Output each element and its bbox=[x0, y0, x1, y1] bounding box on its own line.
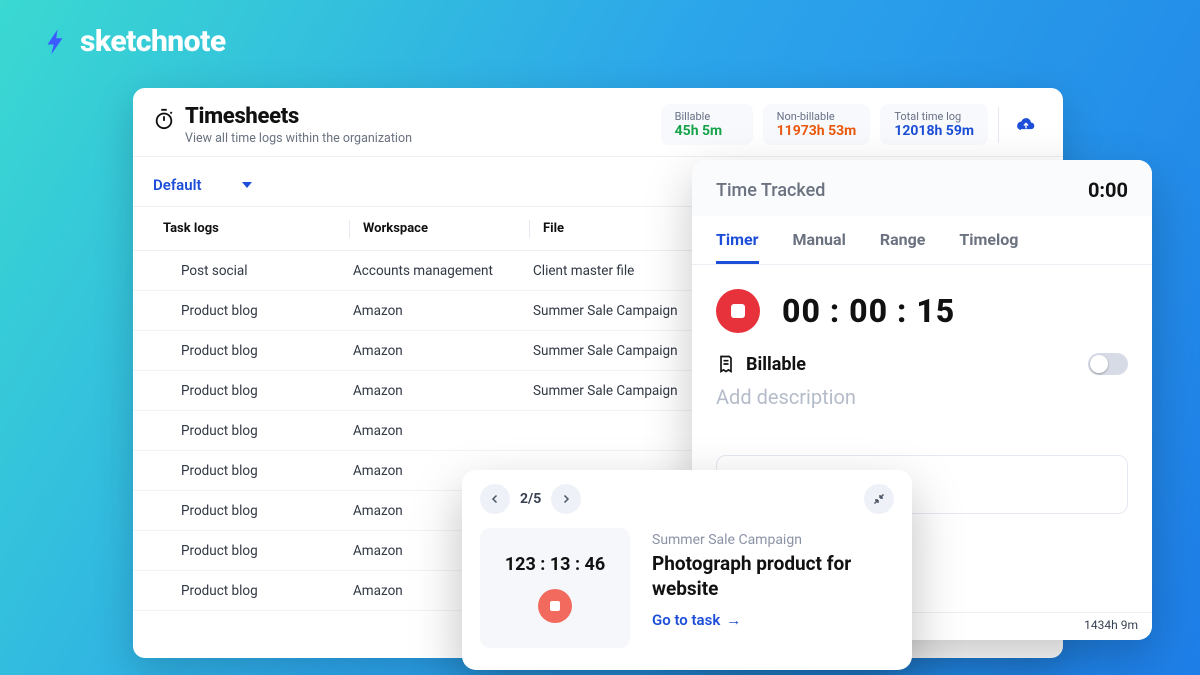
billable-toggle[interactable] bbox=[1088, 353, 1128, 375]
invoice-icon bbox=[716, 354, 736, 374]
task-popup: 2/5 123 : 13 : 46 Summer Sale Campaign P… bbox=[462, 470, 912, 670]
product-name: sketchnote bbox=[80, 24, 226, 59]
tab-manual[interactable]: Manual bbox=[793, 216, 846, 264]
stat-billable-label: Billable bbox=[675, 110, 739, 123]
popup-elapsed: 123 : 13 : 46 bbox=[505, 554, 605, 575]
cell-task: Product blog bbox=[153, 543, 353, 559]
billable-label: Billable bbox=[746, 354, 806, 375]
divider bbox=[998, 107, 999, 143]
arrow-right-icon: → bbox=[726, 611, 741, 629]
cell-workspace: Amazon bbox=[353, 423, 533, 439]
stopwatch-icon bbox=[153, 108, 175, 130]
stat-billable: Billable 45h 5m bbox=[661, 104, 753, 145]
export-button[interactable] bbox=[1009, 108, 1043, 142]
stop-timer-button[interactable] bbox=[716, 289, 760, 333]
popup-timer-tile: 123 : 13 : 46 bbox=[480, 528, 630, 648]
caret-down-icon bbox=[242, 182, 252, 188]
cell-task: Product blog bbox=[153, 423, 353, 439]
page-title: Timesheets bbox=[185, 104, 412, 129]
cell-task: Product blog bbox=[153, 583, 353, 599]
prev-button[interactable] bbox=[480, 484, 510, 514]
popup-stop-button[interactable] bbox=[538, 589, 572, 623]
cell-task: Product blog bbox=[153, 343, 353, 359]
tab-timelog[interactable]: Timelog bbox=[959, 216, 1018, 264]
tracker-clock: 0:00 bbox=[1088, 178, 1128, 202]
page-subtitle: View all time logs within the organizati… bbox=[185, 131, 412, 146]
tracker-header: Time Tracked 0:00 bbox=[692, 160, 1152, 216]
tracker-tabs: Timer Manual Range Timelog bbox=[692, 216, 1152, 265]
cell-task: Product blog bbox=[153, 463, 353, 479]
popup-context: Summer Sale Campaign bbox=[652, 532, 894, 548]
popup-task-title: Photograph product for website bbox=[652, 552, 894, 601]
brand: sketchnote bbox=[40, 24, 226, 59]
popup-position: 2/5 bbox=[520, 491, 541, 507]
minimize-button[interactable] bbox=[864, 484, 894, 514]
col-workspace[interactable]: Workspace bbox=[353, 221, 533, 236]
stat-total-value: 12018h 59m bbox=[894, 123, 974, 139]
view-select-label: Default bbox=[153, 176, 202, 194]
tracker-title: Time Tracked bbox=[716, 180, 825, 201]
cell-workspace: Amazon bbox=[353, 383, 533, 399]
card-header: Timesheets View all time logs within the… bbox=[133, 88, 1063, 157]
timer-row: 00 : 00 : 15 bbox=[692, 265, 1152, 339]
stat-total-label: Total time log bbox=[894, 110, 974, 123]
description-input[interactable]: Add description bbox=[692, 379, 1152, 409]
next-button[interactable] bbox=[551, 484, 581, 514]
view-select[interactable]: Default bbox=[153, 176, 252, 194]
col-task-logs[interactable]: Task logs bbox=[153, 221, 353, 236]
cell-workspace: Amazon bbox=[353, 343, 533, 359]
cell-task: Product blog bbox=[153, 503, 353, 519]
footer-total-value: 1434h 9m bbox=[1084, 618, 1138, 632]
brand-mark-icon bbox=[40, 27, 70, 57]
stat-nonbillable: Non-billable 11973h 53m bbox=[763, 104, 871, 145]
tab-range[interactable]: Range bbox=[880, 216, 926, 264]
stat-billable-value: 45h 5m bbox=[675, 123, 739, 139]
stat-nonbillable-label: Non-billable bbox=[777, 110, 857, 123]
cell-task: Post social bbox=[153, 263, 353, 279]
summary-stats: Billable 45h 5m Non-billable 11973h 53m … bbox=[661, 104, 1043, 145]
cell-task: Product blog bbox=[153, 383, 353, 399]
cell-workspace: Accounts management bbox=[353, 263, 533, 279]
cell-task: Product blog bbox=[153, 303, 353, 319]
popup-nav: 2/5 bbox=[480, 484, 581, 514]
go-to-task-link[interactable]: Go to task → bbox=[652, 611, 741, 629]
go-to-task-label: Go to task bbox=[652, 611, 720, 629]
stat-total: Total time log 12018h 59m bbox=[880, 104, 988, 145]
elapsed-time: 00 : 00 : 15 bbox=[782, 292, 955, 330]
stat-nonbillable-value: 11973h 53m bbox=[777, 123, 857, 139]
tab-timer[interactable]: Timer bbox=[716, 216, 759, 264]
cell-workspace: Amazon bbox=[353, 303, 533, 319]
billable-row: Billable bbox=[692, 339, 1152, 379]
